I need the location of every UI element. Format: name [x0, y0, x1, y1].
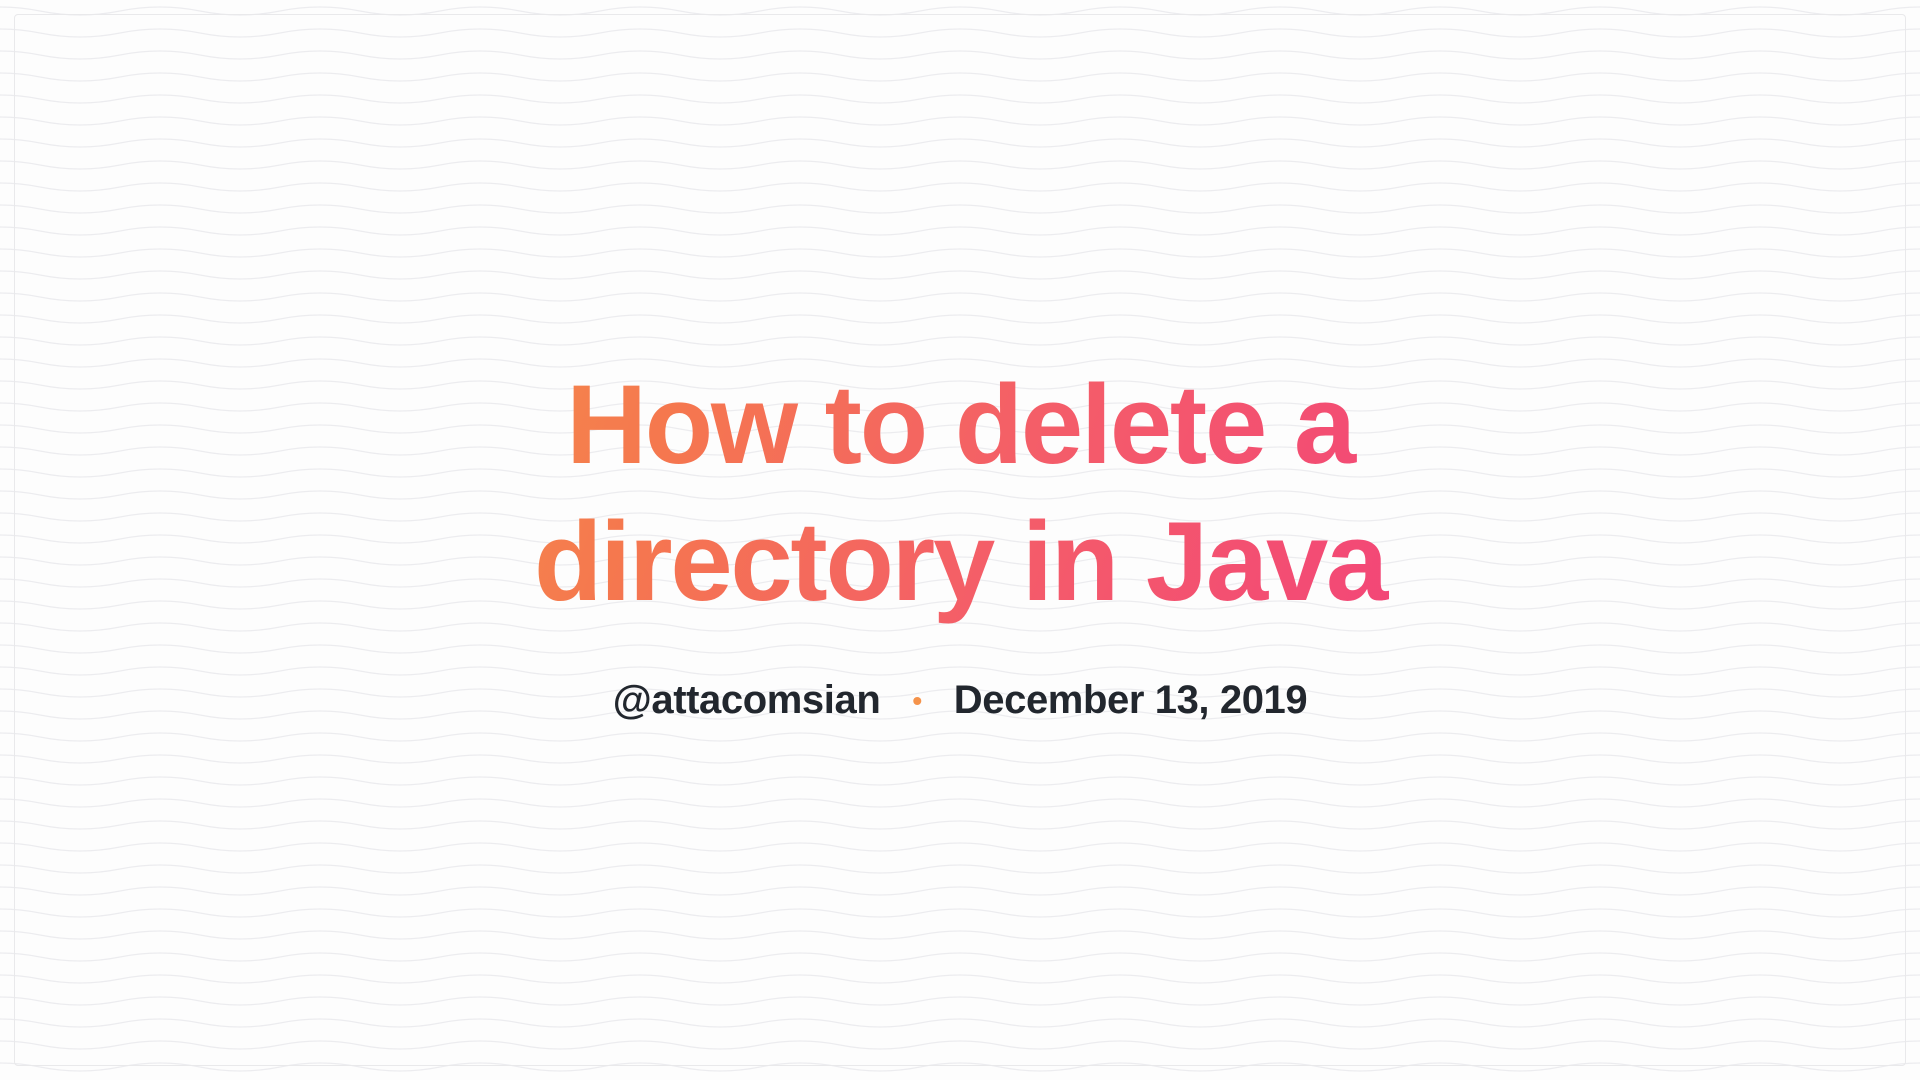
article-title: How to delete a directory in Java — [360, 357, 1560, 630]
article-meta: @attacomsian • December 13, 2019 — [613, 678, 1308, 723]
content-wrapper: How to delete a directory in Java @attac… — [0, 0, 1920, 1080]
author-handle: @attacomsian — [613, 678, 881, 723]
meta-separator: • — [912, 687, 921, 715]
article-date: December 13, 2019 — [954, 678, 1307, 723]
